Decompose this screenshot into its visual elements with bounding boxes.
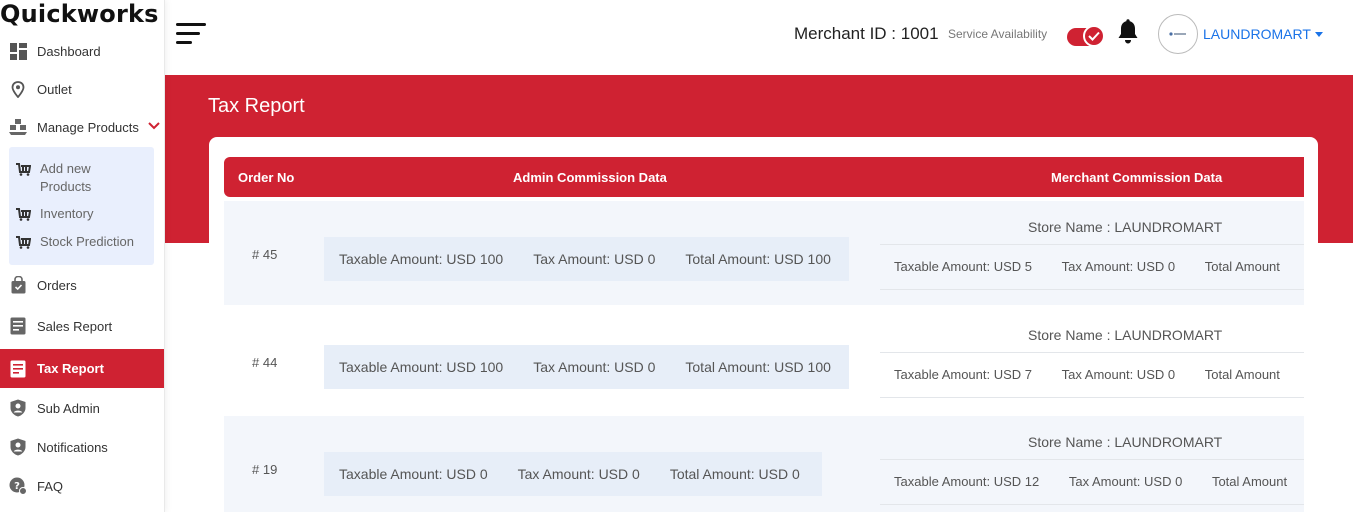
location-pin-icon (9, 80, 27, 98)
merchant-id: Merchant ID : 1001 (794, 24, 939, 43)
sidebar-item-dashboard[interactable]: Dashboard (0, 34, 164, 68)
service-availability-label: Service Availability (948, 27, 1048, 41)
sidebar-item-faq[interactable]: ? FAQ (0, 469, 164, 503)
table-row[interactable]: # 44 Taxable Amount: USD 100 Tax Amount:… (224, 309, 1304, 413)
submenu-item-label: Inventory (40, 206, 94, 221)
faq-icon: ? (9, 477, 27, 495)
service-availability-toggle[interactable] (1067, 25, 1105, 47)
merchant-total-amount: Total Amount (1204, 367, 1280, 382)
merchant-taxable-amount: Taxable Amount: USD 12 (894, 474, 1040, 489)
cart-icon (15, 161, 31, 177)
sidebar-item-label: Orders (37, 277, 77, 293)
cart-icon (15, 206, 31, 222)
admin-total-amount: Total Amount: USD 100 (685, 359, 831, 375)
tax-report-card: Order No Admin Commission Data Merchant … (209, 137, 1318, 512)
products-icon (9, 118, 27, 136)
user-shield-icon (9, 438, 27, 456)
sidebar-item-label: FAQ (37, 478, 64, 494)
sidebar-item-tax-report[interactable]: Tax Report (0, 349, 164, 388)
merchant-commission-data: Taxable Amount: USD 5 Tax Amount: USD 0 … (894, 259, 1280, 274)
admin-taxable-amount: Taxable Amount: USD 100 (339, 359, 504, 375)
table-row[interactable]: # 45 Taxable Amount: USD 100 Tax Amount:… (224, 201, 1304, 305)
app-root: Quickworks Dashboard Outlet Manage Produ… (0, 0, 1353, 512)
merchant-tax-amount: Tax Amount: USD 0 (1061, 367, 1176, 382)
page-title: Tax Report (208, 95, 305, 117)
divider (880, 397, 1304, 398)
check-icon (1083, 25, 1105, 47)
hamburger-icon[interactable] (176, 22, 208, 46)
table-row[interactable]: # 19 Taxable Amount: USD 0 Tax Amount: U… (224, 416, 1304, 512)
submenu-item-label: Add new Products (40, 161, 92, 194)
report-icon (9, 360, 27, 378)
caret-down-icon (1314, 31, 1323, 37)
top-header: Merchant ID : 1001 Service Availability … (165, 0, 1353, 75)
admin-tax-amount: Tax Amount: USD 0 (533, 251, 656, 267)
merchant-total-amount: Total Amount (1211, 474, 1288, 489)
column-header-admin-commission: Admin Commission Data (513, 170, 667, 185)
order-number: # 45 (252, 247, 278, 262)
admin-tax-amount: Tax Amount: USD 0 (533, 359, 656, 375)
sidebar-item-manage-products[interactable]: Manage Products (0, 110, 164, 144)
sidebar-item-orders[interactable]: Orders (0, 268, 164, 302)
sidebar-item-label: Dashboard (37, 43, 101, 59)
report-icon (9, 317, 27, 335)
chevron-down-icon (148, 118, 160, 133)
bell-icon[interactable] (1116, 19, 1140, 50)
avatar[interactable] (1158, 14, 1198, 54)
user-name: LAUNDROMART (1203, 26, 1311, 42)
products-submenu: Add new Products Inventory Stock Predict… (9, 147, 154, 265)
sidebar-item-sales-report[interactable]: Sales Report (0, 309, 164, 343)
brand-logo: Quickworks (0, 0, 159, 28)
admin-taxable-amount: Taxable Amount: USD 100 (339, 251, 504, 267)
table-header: Order No Admin Commission Data Merchant … (224, 157, 1304, 197)
store-name: Store Name : LAUNDROMART (1028, 434, 1223, 450)
admin-tax-amount: Tax Amount: USD 0 (517, 466, 640, 482)
submenu-item-inventory[interactable]: Inventory (9, 205, 154, 223)
divider (880, 244, 1304, 245)
sidebar-item-notifications[interactable]: Notifications (0, 430, 164, 464)
sidebar-item-label: Sub Admin (37, 400, 100, 416)
admin-total-amount: Total Amount: USD 100 (685, 251, 831, 267)
merchant-commission-data: Taxable Amount: USD 12 Tax Amount: USD 0… (894, 474, 1287, 489)
submenu-item-add-new-products[interactable]: Add new Products (9, 160, 154, 196)
sidebar-item-label: Outlet (37, 81, 72, 97)
merchant-tax-amount: Tax Amount: USD 0 (1061, 259, 1176, 274)
sidebar-item-sub-admin[interactable]: Sub Admin (0, 391, 164, 425)
merchant-taxable-amount: Taxable Amount: USD 5 (894, 259, 1033, 274)
admin-taxable-amount: Taxable Amount: USD 0 (339, 466, 488, 482)
merchant-taxable-amount: Taxable Amount: USD 7 (894, 367, 1033, 382)
divider (880, 289, 1304, 290)
submenu-item-stock-prediction[interactable]: Stock Prediction (9, 233, 154, 251)
sidebar-item-label: Manage Products (37, 119, 139, 135)
divider (880, 352, 1304, 353)
admin-commission-data: Taxable Amount: USD 100 Tax Amount: USD … (324, 237, 849, 281)
order-number: # 44 (252, 355, 278, 370)
admin-total-amount: Total Amount: USD 0 (669, 466, 800, 482)
orders-bag-icon (9, 276, 27, 294)
cart-icon (15, 234, 31, 250)
store-name: Store Name : LAUNDROMART (1028, 327, 1223, 343)
admin-commission-data: Taxable Amount: USD 0 Tax Amount: USD 0 … (324, 452, 822, 496)
order-number: # 19 (252, 462, 278, 477)
merchant-tax-amount: Tax Amount: USD 0 (1068, 474, 1183, 489)
dashboard-icon (9, 42, 27, 60)
submenu-item-label: Stock Prediction (40, 234, 134, 249)
column-header-merchant-commission: Merchant Commission Data (1051, 170, 1223, 185)
divider (880, 459, 1304, 460)
sidebar-item-label: Sales Report (37, 318, 113, 334)
column-header-order-no: Order No (238, 170, 295, 185)
user-shield-icon (9, 399, 27, 417)
sidebar-item-label: Notifications (37, 439, 108, 455)
user-menu-dropdown[interactable]: LAUNDROMART (1203, 26, 1323, 42)
admin-commission-data: Taxable Amount: USD 100 Tax Amount: USD … (324, 345, 849, 389)
sidebar-item-outlet[interactable]: Outlet (0, 72, 164, 106)
store-name: Store Name : LAUNDROMART (1028, 219, 1223, 235)
merchant-commission-data: Taxable Amount: USD 7 Tax Amount: USD 0 … (894, 367, 1280, 382)
merchant-total-amount: Total Amount (1204, 259, 1280, 274)
sidebar-item-label: Tax Report (37, 361, 104, 376)
divider (880, 504, 1304, 505)
sidebar: Quickworks Dashboard Outlet Manage Produ… (0, 0, 165, 512)
